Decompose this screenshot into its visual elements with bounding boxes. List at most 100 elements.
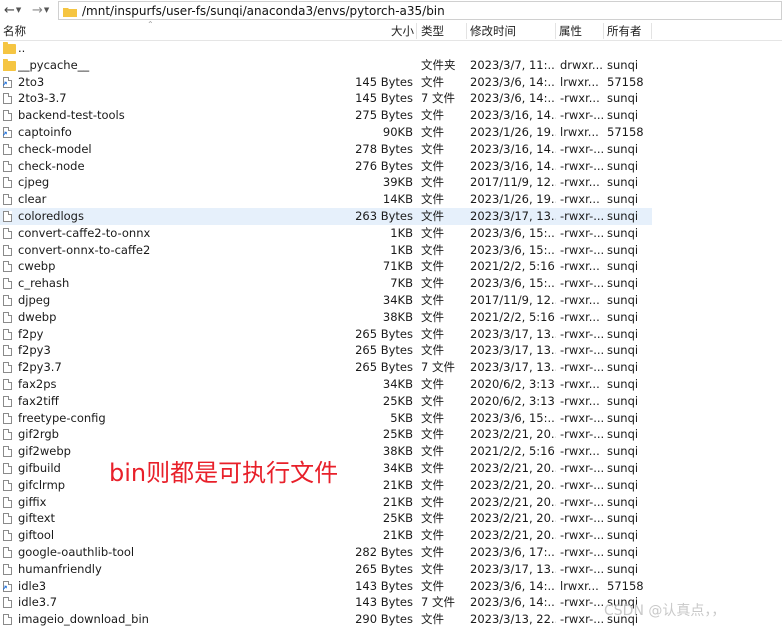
file-row[interactable]: giftext 25KB 文件 2023/2/21, 20... -rwxr-... su… bbox=[0, 510, 652, 527]
file-shape bbox=[3, 463, 12, 474]
file-row[interactable]: ↗ captoinfo 90KB 文件 2023/1/26, 19... lrwxr...… bbox=[0, 124, 652, 141]
file-row[interactable]: 2to3-3.7 145 Bytes 7 文件 2023/3/6, 14:... -rw… bbox=[0, 90, 652, 107]
file-row[interactable]: check-node 276 Bytes 文件 2023/3/16, 14... -rw… bbox=[0, 158, 652, 175]
file-row[interactable]: google-oauthlib-tool 282 Bytes 文件 2023/3/6,… bbox=[0, 544, 652, 561]
file-row[interactable]: dwebp 38KB 文件 2021/2/2, 5:16 -rwxr... sunqi bbox=[0, 309, 652, 326]
file-row[interactable]: idle3.7 143 Bytes 7 文件 2023/3/6, 14:... -rwx… bbox=[0, 594, 652, 611]
file-row[interactable]: c_rehash 7KB 文件 2023/3/6, 15:... -rwxr-... su… bbox=[0, 275, 652, 292]
file-icon bbox=[3, 359, 17, 376]
file-name: imageio_download_bin bbox=[18, 612, 149, 627]
file-permissions: -rwxr... bbox=[560, 192, 600, 207]
file-size: 5KB bbox=[390, 410, 413, 425]
column-divider[interactable] bbox=[416, 23, 417, 39]
file-row[interactable]: humanfriendly 265 Bytes 文件 2023/3/17, 13...… bbox=[0, 561, 652, 578]
file-row[interactable]: fax2tiff 25KB 文件 2020/6/2, 3:13 -rwxr... sunq… bbox=[0, 393, 652, 410]
file-row[interactable]: __pycache__ 文件夹 2023/3/7, 11:... drwxr... su… bbox=[0, 57, 652, 74]
file-permissions: -rwxr-... bbox=[560, 545, 604, 559]
file-shape bbox=[3, 395, 12, 407]
file-owner: sunqi bbox=[607, 461, 639, 475]
file-size: 14KB bbox=[382, 192, 413, 207]
chevron-down-icon[interactable]: ▼ bbox=[44, 6, 49, 14]
file-row[interactable]: freetype-config 5KB 文件 2023/3/6, 15:... -rwx… bbox=[0, 410, 652, 427]
file-row[interactable]: backend-test-tools 275 Bytes 文件 2023/3/16, … bbox=[0, 107, 652, 124]
file-row[interactable]: cwebp 71KB 文件 2021/2/2, 5:16 -rwxr... sunqi bbox=[0, 258, 652, 275]
file-row[interactable]: ↗ 2to3 145 Bytes 文件 2023/3/6, 14:... lrwxr...… bbox=[0, 74, 652, 91]
chevron-down-icon[interactable]: ▼ bbox=[16, 6, 21, 14]
file-row[interactable]: giffix 21KB 文件 2023/2/21, 20... -rwxr-... sun… bbox=[0, 494, 652, 511]
file-modified: 2023/1/26, 19... bbox=[470, 125, 556, 139]
forward-button[interactable]: → ▼ bbox=[30, 1, 51, 19]
file-icon bbox=[3, 342, 17, 359]
file-modified: 2023/3/17, 13... bbox=[470, 561, 556, 576]
file-permissions: -rwxr-... bbox=[560, 461, 604, 475]
column-divider[interactable] bbox=[555, 23, 556, 39]
column-name[interactable]: 名称 bbox=[3, 21, 26, 41]
file-name: convert-onnx-to-caffe2 bbox=[18, 242, 151, 257]
file-type: 文件 bbox=[421, 377, 444, 391]
file-icon bbox=[3, 242, 17, 259]
file-icon bbox=[3, 494, 17, 511]
file-row[interactable]: convert-onnx-to-caffe2 1KB 文件 2023/3/6, 15:… bbox=[0, 242, 652, 259]
file-modified: 2021/2/2, 5:16 bbox=[470, 259, 555, 274]
file-size: 25KB bbox=[382, 393, 413, 408]
file-permissions: -rwxr-... bbox=[560, 276, 604, 291]
file-type: 文件 bbox=[421, 141, 444, 156]
file-row[interactable]: .. bbox=[0, 40, 652, 57]
file-shape bbox=[3, 177, 12, 189]
column-divider[interactable] bbox=[651, 23, 652, 39]
file-permissions: lrwxr... bbox=[560, 74, 599, 89]
column-modified[interactable]: 修改时间 bbox=[470, 21, 516, 41]
file-type: 文件夹 bbox=[421, 57, 456, 72]
file-row[interactable]: giftool 21KB 文件 2023/2/21, 20... -rwxr-... su… bbox=[0, 527, 652, 544]
file-row[interactable]: f2py 265 Bytes 文件 2023/3/17, 13... -rwxr-...… bbox=[0, 326, 652, 343]
file-name: check-node bbox=[18, 158, 85, 173]
file-modified: 2021/2/2, 5:16 bbox=[470, 444, 555, 459]
column-divider[interactable] bbox=[466, 23, 467, 39]
file-row[interactable]: fax2ps 34KB 文件 2020/6/2, 3:13 -rwxr... sunqi bbox=[0, 376, 652, 393]
file-row[interactable]: f2py3.7 265 Bytes 7 文件 2023/3/17, 13... -rwx… bbox=[0, 359, 652, 376]
file-row[interactable]: djpeg 34KB 文件 2017/11/9, 12... -rwxr... sunqi bbox=[0, 292, 652, 309]
file-row[interactable]: gif2rgb 25KB 文件 2023/2/21, 20... -rwxr-... su… bbox=[0, 426, 652, 443]
file-type: 文件 bbox=[421, 209, 444, 223]
file-modified: 2017/11/9, 12... bbox=[470, 175, 556, 190]
file-shape bbox=[3, 345, 12, 357]
column-size[interactable]: 大小 bbox=[391, 21, 414, 41]
file-type: 7 文件 bbox=[421, 91, 455, 106]
symlink-file-icon: ↗ bbox=[3, 124, 17, 141]
file-name: giffix bbox=[18, 494, 47, 509]
file-shape bbox=[3, 160, 12, 172]
column-type[interactable]: 类型 bbox=[421, 21, 444, 41]
file-row[interactable]: check-model 278 Bytes 文件 2023/3/16, 14... -r… bbox=[0, 141, 652, 158]
file-shape bbox=[3, 597, 12, 609]
file-row[interactable]: ↗ idle3 143 Bytes 文件 2023/3/6, 14:... lrwxr..… bbox=[0, 578, 652, 595]
file-row[interactable]: convert-caffe2-to-onnx 1KB 文件 2023/3/6, 15:… bbox=[0, 225, 652, 242]
file-shape bbox=[3, 547, 12, 558]
file-owner: sunqi bbox=[607, 494, 639, 509]
file-type: 文件 bbox=[421, 511, 444, 526]
file-row[interactable]: f2py3 265 Bytes 文件 2023/3/17, 13... -rwxr-..… bbox=[0, 342, 652, 359]
file-row[interactable]: imageio_download_bin 290 Bytes 文件 2023/3/13… bbox=[0, 611, 652, 628]
column-divider[interactable] bbox=[603, 23, 604, 39]
path-bar[interactable]: /mnt/inspurfs/user-fs/sunqi/anaconda3/en… bbox=[58, 1, 782, 20]
file-type: 文件 bbox=[421, 293, 444, 307]
file-size: 1KB bbox=[390, 242, 413, 257]
file-row[interactable]: clear 14KB 文件 2023/1/26, 19... -rwxr... sunqi bbox=[0, 191, 652, 208]
file-size: 145 Bytes bbox=[355, 91, 413, 106]
watermark: CSDN @认真点，， bbox=[604, 603, 726, 619]
folder-icon bbox=[63, 6, 77, 17]
file-icon bbox=[3, 174, 17, 191]
file-row[interactable]: coloredlogs 263 Bytes 文件 2023/3/17, 13... -r… bbox=[0, 208, 652, 225]
column-header: 名称 ⌃ 大小 类型 修改时间 属性 所有者 bbox=[0, 21, 782, 41]
file-size: 1KB bbox=[390, 225, 413, 240]
file-name: c_rehash bbox=[18, 276, 70, 291]
file-type: 7 文件 bbox=[421, 360, 455, 375]
file-icon bbox=[3, 460, 17, 477]
file-owner: sunqi bbox=[607, 293, 639, 307]
file-name: f2py3 bbox=[18, 343, 51, 358]
column-owner[interactable]: 所有者 bbox=[607, 21, 642, 41]
file-owner: 57158 bbox=[607, 125, 644, 139]
file-permissions: -rwxr... bbox=[560, 259, 600, 274]
back-button[interactable]: ← ▼ bbox=[2, 1, 23, 19]
column-attributes[interactable]: 属性 bbox=[559, 21, 582, 41]
file-row[interactable]: cjpeg 39KB 文件 2017/11/9, 12... -rwxr... sunqi bbox=[0, 174, 652, 191]
